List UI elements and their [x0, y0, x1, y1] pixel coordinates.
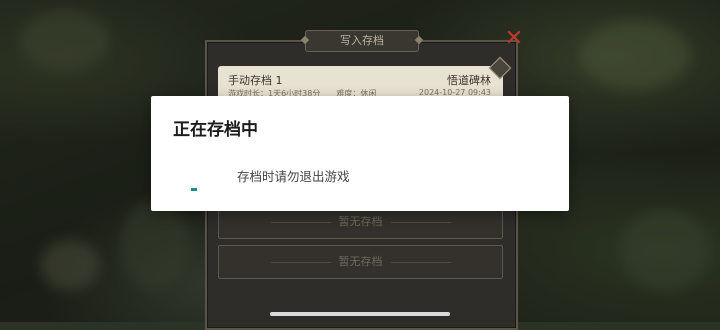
home-indicator[interactable]: [270, 312, 450, 316]
loading-spinner-icon: [191, 188, 197, 191]
save-panel-title: 写入存档: [305, 30, 419, 52]
saving-dialog: 正在存档中 存档时请勿退出游戏: [151, 96, 569, 211]
save-slot-location: 悟道碑林: [447, 74, 491, 87]
close-icon[interactable]: ✕: [504, 28, 524, 50]
empty-slot-label: 暂无存档: [338, 215, 383, 228]
dialog-title: 正在存档中: [173, 120, 258, 140]
save-slot-3[interactable]: 暂无存档: [218, 245, 503, 279]
save-slot-name: 手动存档 1: [228, 74, 283, 87]
empty-slot-label: 暂无存档: [338, 255, 383, 268]
dialog-message: 存档时请勿退出游戏: [237, 169, 350, 184]
